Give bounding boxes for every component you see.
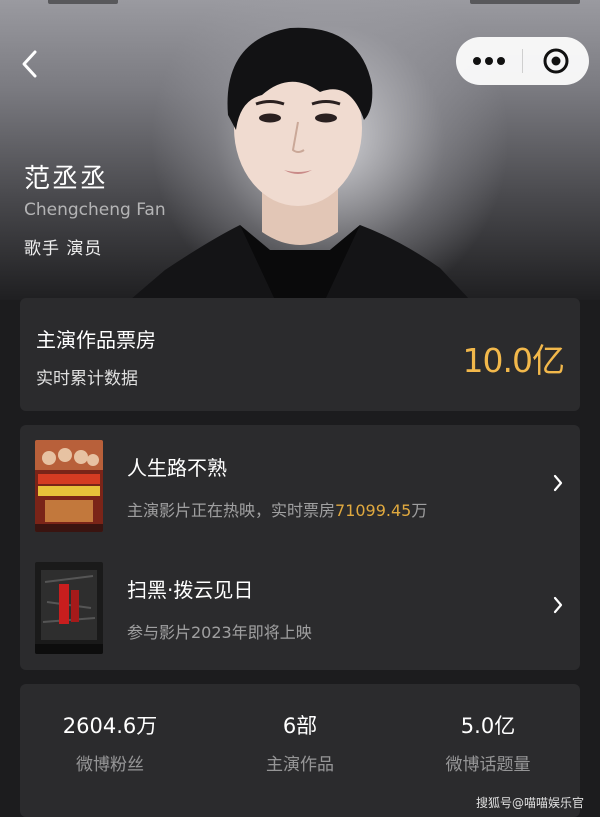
artist-roles: 歌手 演员: [24, 239, 103, 259]
chevron-right-icon: [553, 474, 563, 492]
stat-value: 6部: [282, 714, 318, 738]
back-button[interactable]: [14, 46, 46, 82]
film-box-office-live: 71099.45: [335, 501, 412, 520]
stat-label: 主演作品: [266, 755, 334, 775]
close-mini-program-button[interactable]: [523, 37, 589, 85]
stat-item: 2604.6万 微博粉丝: [20, 710, 200, 775]
box-office-subtitle: 实时累计数据: [36, 369, 138, 389]
status-time: [48, 0, 118, 4]
stat-item: 5.0亿 微博话题量: [398, 710, 578, 775]
stat-item: 6部 主演作品: [210, 710, 390, 775]
artist-name-english: Chengcheng Fan: [24, 200, 166, 220]
chevron-left-icon: [22, 50, 37, 78]
films-card: 人生路不熟 主演影片正在热映，实时票房71099.45万 扫黑·拨云见日 参与影…: [20, 425, 580, 670]
status-icons: [470, 0, 580, 4]
stat-value: 2604.6万: [62, 714, 158, 738]
film-item[interactable]: 人生路不熟 主演影片正在热映，实时票房71099.45万: [20, 425, 580, 545]
artist-name: 范丞丞: [24, 164, 109, 194]
chevron-right-icon: [553, 596, 563, 614]
film-subtitle: 主演影片正在热映，实时票房71099.45万: [127, 501, 428, 520]
mini-program-capsule: [456, 37, 589, 85]
film-subtitle: 参与影片2023年即将上映: [127, 623, 312, 642]
film-title: 人生路不熟: [127, 456, 227, 480]
stat-label: 微博粉丝: [76, 755, 144, 775]
stat-value: 5.0亿: [460, 714, 516, 738]
more-dots-icon: [473, 57, 505, 65]
box-office-title: 主演作品票房: [36, 328, 156, 352]
box-office-card[interactable]: 主演作品票房 实时累计数据 10.0亿: [20, 298, 580, 411]
box-office-value: 10.0亿: [462, 341, 565, 380]
film-item[interactable]: 扫黑·拨云见日 参与影片2023年即将上映: [20, 547, 580, 667]
film-title: 扫黑·拨云见日: [127, 578, 254, 602]
film-poster: [35, 562, 103, 654]
target-circle-icon: [543, 48, 569, 74]
film-poster: [35, 440, 103, 532]
watermark: 搜狐号@喵喵娱乐官: [475, 796, 584, 810]
stat-label: 微博话题量: [445, 755, 531, 775]
more-button[interactable]: [456, 37, 522, 85]
